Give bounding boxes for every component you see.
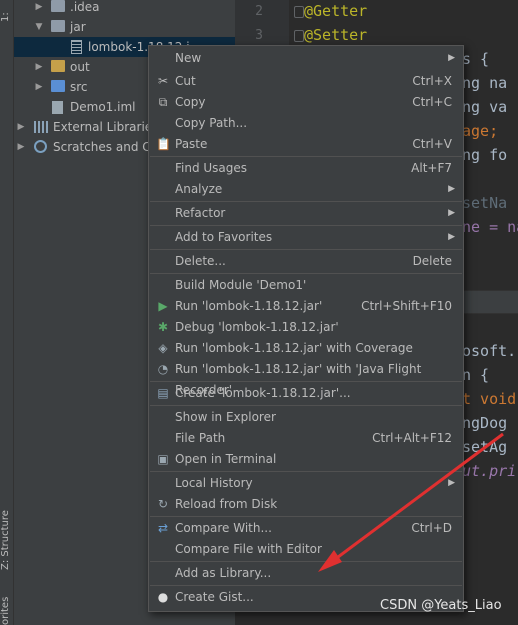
arrow-shaft	[325, 432, 504, 568]
arrow-head	[318, 550, 342, 572]
watermark: CSDN @Yeats_Liao	[380, 598, 502, 613]
annotation-arrow-icon	[318, 432, 504, 572]
